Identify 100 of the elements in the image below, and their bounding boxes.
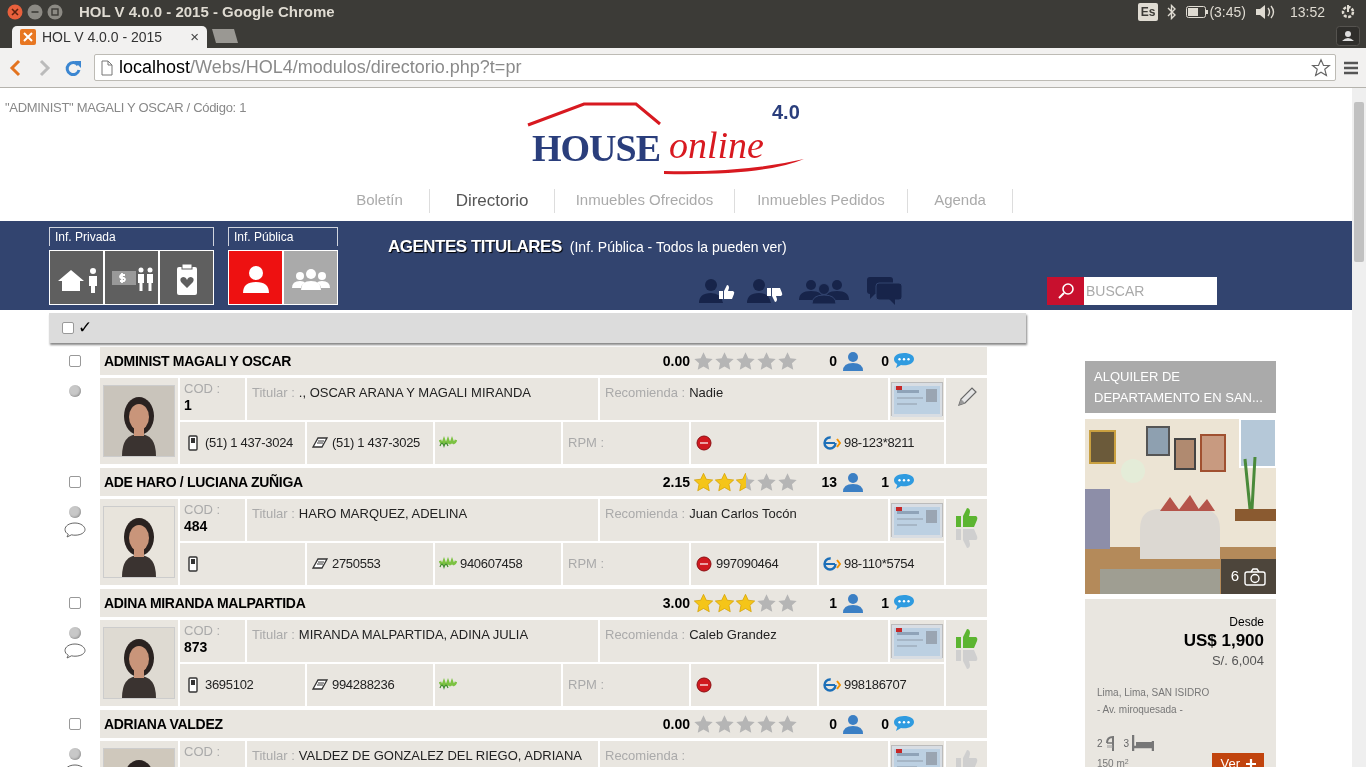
star-icon — [714, 350, 735, 372]
volume-icon[interactable] — [1254, 4, 1275, 20]
desk-phone-icon — [311, 556, 329, 572]
phone-number: (51) 1 437-3025 — [332, 434, 420, 453]
photo-count: 6 — [1230, 566, 1240, 587]
filter-button[interactable] — [104, 250, 159, 305]
filter-button[interactable] — [49, 250, 104, 305]
checkbox[interactable] — [62, 322, 74, 334]
checkbox[interactable] — [68, 476, 81, 488]
keyboard-indicator[interactable]: Es — [1137, 3, 1159, 21]
filter-button[interactable] — [159, 250, 214, 305]
logo[interactable]: HOUSE online 4.0 — [524, 98, 814, 176]
reload-icon[interactable] — [64, 58, 82, 77]
desk-phone-icon — [311, 435, 329, 451]
tab-close[interactable]: × — [190, 25, 199, 49]
star-icon — [756, 471, 777, 493]
listing-location: Lima, Lima, SAN ISIDRO — [1097, 685, 1211, 700]
titular-name: VALDEZ DE GONZALEZ DEL RIEGO, ADRIANA — [298, 747, 583, 765]
field-label: Recomienda : — [605, 626, 686, 644]
person-thumbs-down-icon[interactable] — [747, 277, 785, 304]
bluetooth-icon[interactable] — [1167, 4, 1178, 20]
field-label: COD : — [184, 623, 222, 639]
agent-name[interactable]: ADRIANA VALDEZ — [104, 713, 654, 735]
referrer-name: Nadie — [689, 384, 724, 402]
comment-bubble-icon[interactable] — [893, 715, 915, 733]
battery-icon[interactable] — [1186, 6, 1209, 18]
pencil-icon[interactable] — [955, 386, 978, 408]
menu-icon[interactable] — [1344, 60, 1358, 75]
star-icon — [735, 592, 756, 614]
search-field[interactable]: BUSCAR — [1084, 276, 1217, 305]
listing-area: 150 m$^{2}$ — [1097, 756, 1129, 767]
checkmark: ✓ — [78, 317, 92, 340]
browser-tab[interactable]: HOL V 4.0.0 - 2015 × — [12, 26, 207, 48]
checkbox[interactable] — [68, 718, 81, 730]
new-tab-icon[interactable] — [209, 28, 239, 44]
titular-name: MIRANDA MALPARTIDA, ADINA JULIA — [298, 626, 529, 644]
star-icon — [777, 471, 798, 493]
agent-code: 1 — [184, 397, 193, 413]
letter-e-icon — [823, 677, 841, 693]
agent-name[interactable]: ADINA MIRANDA MALPARTIDA — [104, 592, 654, 614]
window-title: HOL V 4.0.0 - 2015 - Google Chrome — [79, 1, 335, 22]
agent-name[interactable]: ADMINIST MAGALI Y OSCAR — [104, 350, 654, 372]
contacts-count: 13 — [820, 472, 837, 492]
person-icon[interactable] — [843, 593, 863, 613]
checkbox[interactable] — [68, 597, 81, 609]
view-button[interactable]: Ver — [1212, 752, 1264, 767]
comment-bubble-icon[interactable] — [893, 352, 915, 370]
field-label: COD : — [184, 502, 222, 518]
maximize-icon[interactable] — [47, 4, 63, 20]
search-button[interactable] — [1047, 276, 1084, 305]
comments-count: 0 — [880, 351, 889, 371]
carrier-number: 98-110*5754 — [844, 555, 915, 574]
star-icon — [714, 471, 735, 493]
thumbs-up-icon[interactable] — [955, 507, 978, 527]
rating-value: 0.00 — [661, 714, 690, 734]
scrollbar[interactable] — [1352, 88, 1366, 767]
logo-version: 4.0 — [772, 102, 800, 122]
comment-bubble-icon[interactable] — [893, 594, 915, 612]
filter-button[interactable] — [228, 250, 283, 305]
close-icon[interactable] — [7, 4, 23, 20]
referrer-name: Juan Carlos Tocón — [689, 505, 797, 523]
bookmark-star-icon[interactable] — [1311, 57, 1331, 78]
profile-icon[interactable] — [1336, 26, 1360, 46]
carrier-number: 997090464 — [716, 555, 779, 574]
scrollbar-thumb[interactable] — [1354, 102, 1364, 262]
address-bar[interactable]: localhost/Webs/HOL4/modulos/directorio.php?t=pr — [94, 54, 1336, 81]
thumbs-up-icon[interactable] — [955, 749, 978, 767]
nav-link[interactable]: Directorio — [430, 188, 555, 213]
speech-bubble-icon[interactable] — [63, 522, 86, 538]
field-label: Titular : — [252, 626, 295, 644]
group-label: Inf. Pública — [228, 227, 338, 246]
star-icon — [777, 713, 798, 735]
star-icon — [756, 350, 777, 372]
speech-bubble-icon[interactable] — [63, 643, 86, 659]
person-thumbs-up-icon[interactable] — [699, 277, 737, 304]
field-label: COD : — [184, 381, 222, 397]
contacts-count: 0 — [828, 351, 837, 371]
thumbs-down-icon[interactable] — [955, 650, 978, 670]
tab-title: HOL V 4.0.0 - 2015 — [42, 27, 163, 47]
thumbs-down-icon[interactable] — [955, 529, 978, 549]
agent-name[interactable]: ADE HARO / LUCIANA ZUÑIGA — [104, 471, 654, 493]
person-icon[interactable] — [843, 472, 863, 492]
checkbox[interactable] — [68, 355, 81, 367]
star-icon — [714, 713, 735, 735]
comments-count: 1 — [880, 472, 889, 492]
thumbs-up-icon[interactable] — [955, 628, 978, 648]
minimize-icon[interactable] — [27, 4, 43, 20]
field-label: Recomienda : — [605, 747, 686, 765]
person-icon[interactable] — [843, 351, 863, 371]
star-icon — [693, 471, 714, 493]
comment-bubble-icon[interactable] — [893, 473, 915, 491]
contacts-count: 0 — [828, 714, 837, 734]
favicon-icon — [20, 29, 36, 45]
power-icon[interactable] — [1340, 4, 1356, 20]
price: US$ 1,900 — [1183, 631, 1264, 651]
person-icon[interactable] — [843, 714, 863, 734]
star-icon — [756, 592, 777, 614]
star-icon — [693, 592, 714, 614]
rating-value: 3.00 — [661, 593, 690, 613]
field-label: Recomienda : — [605, 505, 686, 523]
